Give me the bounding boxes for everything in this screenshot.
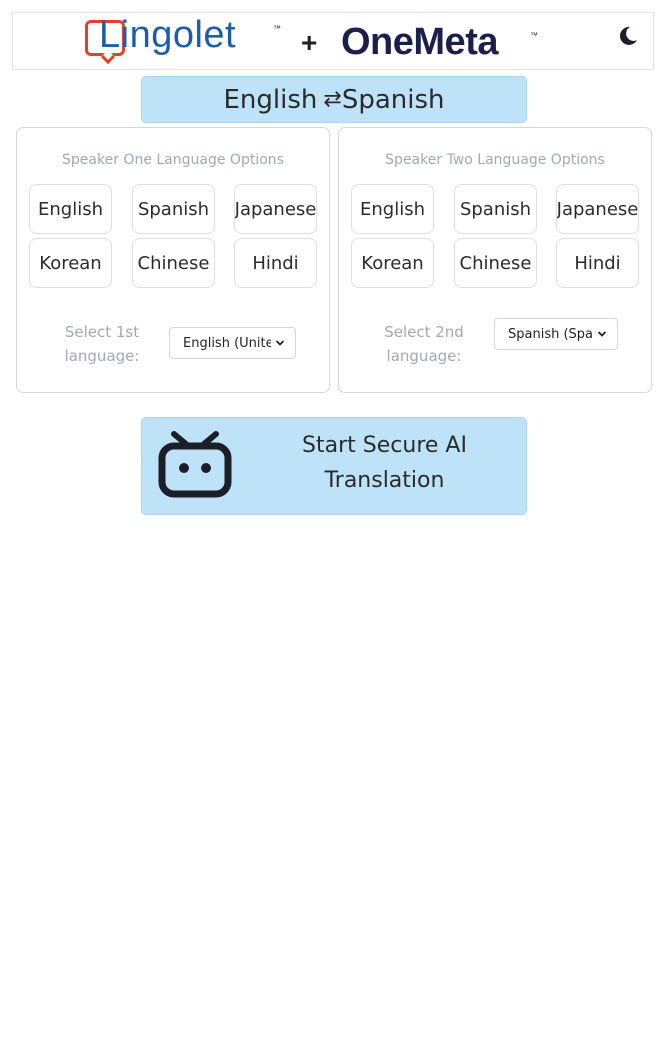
speaker-one-panel: Speaker One Language Options English Spa… [16,127,330,393]
speaker-two-option-korean[interactable]: Korean [351,238,434,288]
app-header: Lingolet ™ + OneMeta ™ [12,12,654,70]
speaker-two-panel: Speaker Two Language Options English Spa… [338,127,652,393]
onemeta-logo-text: OneMeta [341,21,498,63]
speaker-one-option-chinese[interactable]: Chinese [132,238,215,288]
speaker-one-option-spanish[interactable]: Spanish [132,184,215,234]
first-language-label: Select 1st language: [64,323,140,365]
first-language-select[interactable]: English (United States) [169,327,296,359]
chevron-down-icon [275,340,285,346]
language-pair-to: Spanish [341,84,445,115]
speaker-one-option-korean[interactable]: Korean [29,238,112,288]
speaker-one-title: Speaker One Language Options [62,152,284,168]
speaker-two-title: Speaker Two Language Options [385,152,605,168]
theme-toggle-button[interactable] [617,25,639,47]
language-pair-from: English [223,84,318,115]
start-translation-label: Start Secure AI Translation [302,433,467,493]
lingolet-logo: Lingolet ™ [85,14,281,66]
robot-icon [158,431,232,498]
lingolet-logo-text: Lingolet [99,14,237,56]
chevron-down-icon [597,331,607,337]
start-translation-button[interactable]: Start Secure AI Translation [141,417,527,515]
speaker-two-option-chinese[interactable]: Chinese [454,238,537,288]
speaker-one-option-japanese[interactable]: Japanese [234,184,317,234]
second-language-select[interactable]: Spanish (Spain) [494,318,618,350]
speaker-two-option-english[interactable]: English [351,184,434,234]
speaker-two-option-hindi[interactable]: Hindi [556,238,639,288]
logo-plus: + [301,27,318,58]
speaker-two-option-spanish[interactable]: Spanish [454,184,537,234]
onemeta-trademark: ™ [530,31,538,40]
second-language-label: Select 2nd language: [384,323,464,365]
speaker-two-option-japanese[interactable]: Japanese [556,184,639,234]
moon-icon [619,26,637,45]
language-pair-banner: English ⇄ Spanish [141,76,527,123]
first-language-select-value: English (United States) [183,335,271,351]
lingolet-trademark: ™ [273,24,281,33]
second-language-select-value: Spanish (Spain) [508,326,593,342]
speaker-one-option-hindi[interactable]: Hindi [234,238,317,288]
speaker-one-option-english[interactable]: English [29,184,112,234]
swap-icon: ⇄ [323,87,342,112]
